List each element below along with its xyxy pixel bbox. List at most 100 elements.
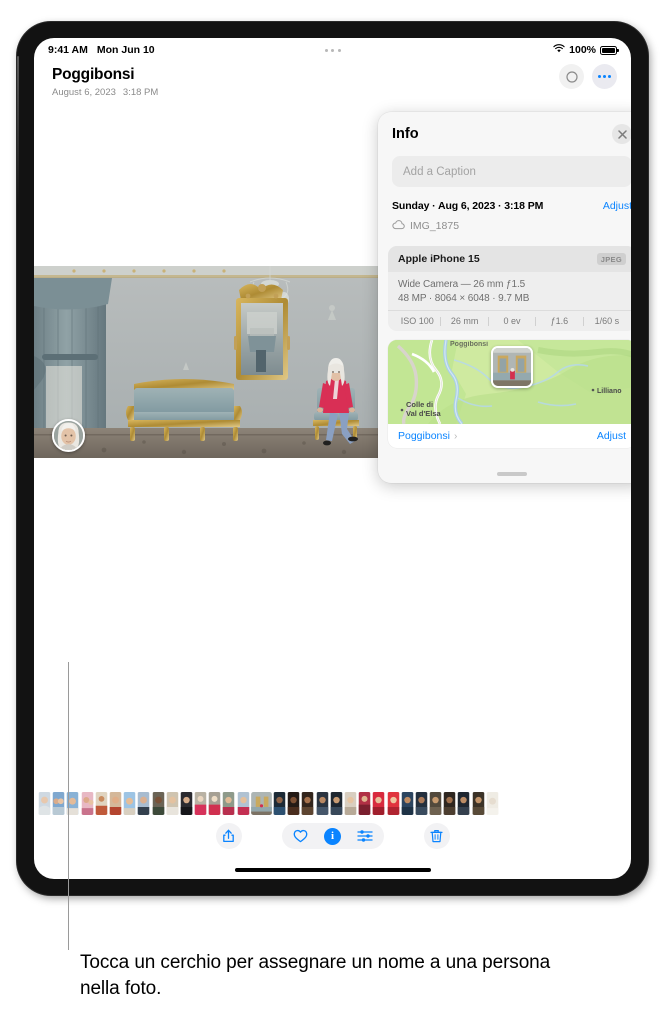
filmstrip-thumbnail[interactable] [152,791,165,815]
photo-date-text: Sunday · Aug 6, 2023 · 3:18 PM [392,200,544,212]
share-icon[interactable] [215,823,242,849]
status-bar-right: 100% [553,44,619,56]
status-time: 9:41 AM [48,44,88,56]
status-date: Mon Jun 10 [96,44,155,56]
location-link[interactable]: Poggibonsi [398,430,450,442]
ipad-device: 9:41 AM Mon Jun 10 100% Poggibonsi Augus… [17,22,648,895]
multitasking-dots-icon[interactable] [324,48,341,52]
toolbar-center-group: i [281,823,384,849]
status-bar-left: 9:41 AM Mon Jun 10 [48,44,155,56]
filmstrip-thumbnail[interactable] [95,791,108,815]
filmstrip-thumbnail[interactable] [222,791,235,815]
camera-info-card[interactable]: Apple iPhone 15 JPEG Wide Camera — 26 mm… [388,246,631,331]
adjust-location-button[interactable]: Adjust [597,430,626,442]
caption-input[interactable]: Add a Caption [392,156,631,187]
filmstrip-thumbnail[interactable] [81,791,94,815]
pin-thumbnail [493,348,531,386]
filmstrip-thumbnail[interactable] [109,791,122,815]
filmstrip-thumbnail[interactable] [486,791,499,815]
filmstrip-thumbnail[interactable] [301,791,314,815]
filmstrip-thumbnail-current[interactable] [250,791,272,815]
toolbar-inner: i [215,823,450,849]
camera-card-body: Wide Camera — 26 mm ƒ1.5 48 MP · 8064 × … [388,272,631,310]
more-options-icon[interactable] [592,64,617,89]
filmstrip-thumbnail[interactable] [166,791,179,815]
exif-row: ISO 100 26 mm 0 ev ƒ1.6 1/60 s [388,310,631,331]
file-row: IMG_1875 [378,212,631,235]
select-icon[interactable] [559,64,584,89]
filmstrip-thumbnail[interactable] [237,791,250,815]
battery-full-icon [600,45,619,55]
map-footer: Poggibonsi › Adjust [388,424,631,448]
icloud-icon [392,217,405,235]
wifi-icon [553,44,565,56]
filmstrip-thumbnail[interactable] [372,791,385,815]
location-map-card[interactable]: Poggibonsi Colle di Val d'Elsa Lilliano [388,340,631,448]
filmstrip-thumbnail[interactable] [316,791,329,815]
photo-time: 3:18 PM [122,87,159,98]
exif-focal: 26 mm [450,316,479,326]
filmstrip-thumbnail[interactable] [330,791,343,815]
svg-text:Colle di: Colle di [406,400,433,409]
face-circle-icon[interactable] [52,419,85,452]
exif-iso: ISO 100 [400,316,434,326]
callout-line [68,662,69,950]
trash-icon[interactable] [423,823,450,849]
face-thumbnail [54,421,83,450]
info-panel: Info Add a Caption Sunday · Aug 6, 2023 … [378,112,631,483]
header-buttons [559,64,617,89]
filmstrip-thumbnail[interactable] [443,791,456,815]
photo-toolbar: i [34,819,631,853]
page-title: Poggibonsi [52,66,135,83]
exif-aperture: ƒ1.6 [550,316,569,326]
photo-datetime: August 6, 2023 3:18 PM [52,87,613,98]
filmstrip-thumbnail[interactable] [137,791,150,815]
chevron-right-icon: › [453,430,458,442]
info-panel-header: Info [378,112,631,144]
info-icon[interactable]: i [323,826,343,846]
battery-percent: 100% [569,44,596,56]
filmstrip-thumbnail[interactable] [344,791,357,815]
camera-model: Apple iPhone 15 [398,253,480,265]
filmstrip-thumbnail[interactable] [358,791,371,815]
photo-filmstrip[interactable] [34,790,631,816]
callout-caption: Tocca un cerchio per assegnare un nome a… [80,952,551,999]
filmstrip-thumbnail[interactable] [415,791,428,815]
svg-text:Val d'Elsa: Val d'Elsa [406,409,442,418]
heart-icon[interactable] [291,826,311,846]
filmstrip-thumbnail[interactable] [429,791,442,815]
status-bar: 9:41 AM Mon Jun 10 100% [34,38,631,62]
camera-card-header: Apple iPhone 15 JPEG [388,246,631,272]
filmstrip-thumbnail[interactable] [123,791,136,815]
filmstrip-thumbnail[interactable] [180,791,193,815]
filmstrip-thumbnail[interactable] [273,791,286,815]
info-title: Info [392,126,419,142]
filmstrip-thumbnail[interactable] [472,791,485,815]
photo-date-row: Sunday · Aug 6, 2023 · 3:18 PM Adjust [378,187,631,212]
svg-text:Lilliano: Lilliano [597,388,622,395]
filmstrip-thumbnail[interactable] [208,791,221,815]
filmstrip-thumbnail[interactable] [52,791,65,815]
adjustments-icon[interactable] [355,826,375,846]
filmstrip-thumbnail[interactable] [194,791,207,815]
map-image[interactable]: Poggibonsi Colle di Val d'Elsa Lilliano [388,340,631,424]
filmstrip-thumbnail[interactable] [401,791,414,815]
file-name: IMG_1875 [410,220,460,232]
adjust-date-button[interactable]: Adjust [603,200,631,212]
lens-info: Wide Camera — 26 mm ƒ1.5 [398,279,526,290]
photo-header: Poggibonsi August 6, 2023 3:18 PM [34,62,631,98]
filmstrip-thumbnail[interactable] [38,791,51,815]
home-indicator [234,868,431,872]
resize-grabber-icon[interactable] [497,472,527,476]
svg-text:Poggibonsi: Poggibonsi [450,341,488,348]
filmstrip-thumbnail[interactable] [387,791,400,815]
exif-shutter: 1/60 s [594,316,620,326]
filmstrip-thumbnail[interactable] [287,791,300,815]
info-icon-glyph: i [324,827,341,845]
photo-date: August 6, 2023 [52,87,116,98]
photo-pin-icon[interactable] [491,346,533,388]
screen: 9:41 AM Mon Jun 10 100% Poggibonsi Augus… [34,38,631,879]
filmstrip-thumbnail[interactable] [457,791,470,815]
close-icon[interactable] [612,124,631,144]
caption-placeholder: Add a Caption [403,165,476,178]
